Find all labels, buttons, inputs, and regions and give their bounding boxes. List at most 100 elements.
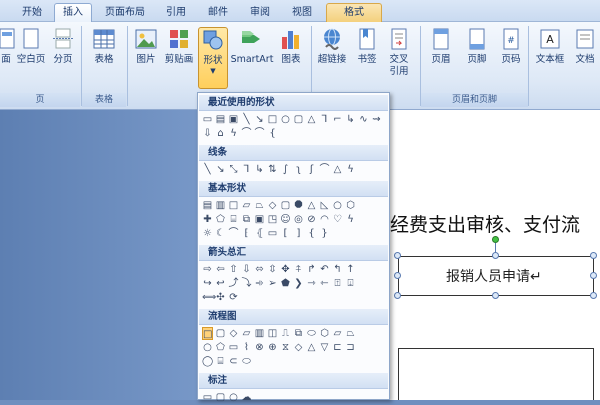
up-down-arrow-icon[interactable]: ⇳ — [267, 263, 278, 276]
left-brace-icon[interactable]: { — [267, 127, 278, 140]
down-arrow-callout-icon[interactable]: ⍗ — [345, 277, 356, 290]
moon-icon[interactable]: ☾ — [215, 227, 226, 240]
down-arrow-icon[interactable]: ⇩ — [202, 127, 213, 140]
resize-handle[interactable] — [590, 292, 597, 299]
flowchart-internal-storage-icon[interactable]: ◫ — [267, 327, 278, 340]
rounded-rectangle-icon[interactable]: ▢ — [280, 199, 291, 212]
bent-arrow-icon[interactable]: ↱ — [306, 263, 317, 276]
freeform-icon[interactable]: △ — [332, 163, 343, 176]
elbow-connector-icon[interactable]: ⅂ — [319, 113, 330, 126]
vertical-text-box-icon[interactable]: ▥ — [215, 199, 226, 212]
flowchart-box-text[interactable]: 报销人员申请↵ — [446, 266, 542, 286]
rotation-handle[interactable] — [492, 236, 499, 243]
flowchart-manual-input-icon[interactable]: ⏥ — [332, 327, 343, 340]
cube-icon[interactable]: ⧉ — [241, 213, 252, 226]
left-right-arrow-callout-icon[interactable]: ⟺ — [202, 291, 216, 304]
resize-handle[interactable] — [492, 292, 499, 299]
flowchart-alternate-process-icon[interactable]: ▢ — [215, 327, 226, 340]
curved-left-arrow-icon[interactable]: ↩ — [215, 277, 226, 290]
curved-arrow-connector-icon[interactable]: ʅ — [293, 163, 304, 176]
flowchart-data-icon[interactable]: ▱ — [241, 327, 252, 340]
flowchart-preparation-icon[interactable]: ⬡ — [319, 327, 330, 340]
clip-art-button[interactable]: 剪贴画 — [162, 27, 196, 66]
header-button[interactable]: 页眉 — [426, 27, 456, 66]
flowchart-process-icon[interactable]: □ — [202, 327, 213, 340]
smiley-face-icon[interactable]: ☺ — [280, 213, 291, 226]
arc-icon[interactable]: ⌒ — [228, 227, 239, 240]
tab-insert[interactable]: 插入 — [54, 3, 92, 23]
page-break-button[interactable]: 分页 — [50, 27, 76, 66]
flowchart-terminator-icon[interactable]: ⬭ — [306, 327, 317, 340]
tab-format[interactable]: 格式 — [326, 3, 382, 23]
oval-icon[interactable]: ○ — [280, 113, 291, 126]
flowchart-manual-operation-icon[interactable]: ⏢ — [345, 327, 356, 340]
chevron-arrow-icon[interactable]: ❯ — [293, 277, 304, 290]
quad-arrow-callout-icon[interactable]: ✣ — [215, 291, 226, 304]
left-arrow-callout-icon[interactable]: ⇽ — [319, 277, 330, 290]
elbow-arrow-connector-icon[interactable]: ↳ — [254, 163, 265, 176]
flowchart-card-icon[interactable]: ▭ — [228, 341, 239, 354]
flowchart-merge-icon[interactable]: ▽ — [319, 341, 330, 354]
rectangle-icon[interactable]: □ — [228, 199, 239, 212]
quad-arrow-icon[interactable]: ✥ — [280, 263, 291, 276]
flowchart-off-page-connector-icon[interactable]: ⬠ — [215, 341, 226, 354]
rectangular-callout-icon[interactable]: ▭ — [202, 391, 213, 404]
scribble-icon[interactable]: ϟ — [345, 163, 356, 176]
blank-page-button[interactable]: 空白页 — [14, 27, 48, 66]
hexagon-icon[interactable]: ⬡ — [345, 199, 356, 212]
tab-references[interactable]: 引用 — [158, 4, 194, 22]
cross-reference-button[interactable]: 交叉 引用 — [384, 27, 414, 78]
flowchart-extract-icon[interactable]: △ — [306, 341, 317, 354]
scribble-icon[interactable]: ϟ — [228, 127, 239, 140]
chart-button[interactable]: 图表 — [276, 27, 306, 66]
flowchart-decision-icon[interactable]: ◇ — [228, 327, 239, 340]
right-arrow-callout-icon[interactable]: ⇾ — [306, 277, 317, 290]
pentagon-icon[interactable]: ⬠ — [215, 213, 226, 226]
flowchart-collate-icon[interactable]: ⧖ — [280, 341, 291, 354]
pentagon-arrow-icon[interactable]: ⬟ — [280, 277, 291, 290]
double-arrow-icon[interactable]: ⇝ — [371, 113, 382, 126]
notched-right-arrow-icon[interactable]: ➢ — [267, 277, 278, 290]
lightning-bolt-icon[interactable]: ϟ — [345, 213, 356, 226]
down-arrow-icon[interactable]: ⇩ — [241, 263, 252, 276]
triangle-icon[interactable]: △ — [306, 113, 317, 126]
tab-view[interactable]: 视图 — [284, 4, 320, 22]
table-button[interactable]: 表格 — [88, 27, 120, 66]
elbow-connector-icon[interactable]: ⌐ — [332, 113, 343, 126]
heart-icon[interactable]: ♡ — [332, 213, 343, 226]
flowchart-connector-icon[interactable]: ○ — [202, 341, 213, 354]
flowchart-document-icon[interactable]: ⎍ — [280, 327, 291, 340]
flowchart-predefined-process-icon[interactable]: ▥ — [254, 327, 265, 340]
flowchart-multidocument-icon[interactable]: ⧉ — [293, 327, 304, 340]
double-bracket-icon[interactable]: ⁅ — [241, 227, 252, 240]
sun-icon[interactable]: ☼ — [202, 227, 213, 240]
flowchart-summing-junction-icon[interactable]: ⊗ — [254, 341, 265, 354]
left-bracket-icon[interactable]: [ — [280, 227, 291, 240]
line-icon[interactable]: ╲ — [241, 113, 252, 126]
left-up-arrow-icon[interactable]: ↰ — [332, 263, 343, 276]
flowchart-sort-icon[interactable]: ◇ — [293, 341, 304, 354]
flowchart-or-icon[interactable]: ⊕ — [267, 341, 278, 354]
curved-double-arrow-connector-icon[interactable]: ʃ — [306, 163, 317, 176]
arrow-icon[interactable]: ↘ — [215, 163, 226, 176]
resize-handle[interactable] — [590, 272, 597, 279]
curved-down-arrow-icon[interactable]: ⤵ — [241, 277, 252, 290]
left-arrow-icon[interactable]: ⇦ — [215, 263, 226, 276]
no-symbol-icon[interactable]: ⊘ — [306, 213, 317, 226]
flowchart-direct-access-storage-icon[interactable]: ⊂ — [228, 355, 239, 368]
cross-icon[interactable]: ✚ — [202, 213, 213, 226]
block-arc-icon[interactable]: ◠ — [319, 213, 330, 226]
flowchart-punched-tape-icon[interactable]: ⌇ — [241, 341, 252, 354]
flowchart-sequential-access-storage-icon[interactable]: ◯ — [202, 355, 213, 368]
rounded-rectangle-icon[interactable]: ▢ — [293, 113, 304, 126]
tab-review[interactable]: 审阅 — [242, 4, 278, 22]
left-right-arrow-icon[interactable]: ⬄ — [254, 263, 265, 276]
document-title-text[interactable]: 经费支出审核、支付流 — [390, 210, 580, 237]
bevel-icon[interactable]: ▣ — [254, 213, 265, 226]
right-triangle-icon[interactable]: ◺ — [319, 199, 330, 212]
arc-icon[interactable]: ⌒ — [241, 127, 252, 140]
tab-home[interactable]: 开始 — [14, 4, 50, 22]
rounded-callout-icon[interactable]: ▢ — [215, 391, 226, 404]
flowchart-display-icon[interactable]: ⬭ — [241, 355, 252, 368]
document-parts-button[interactable]: 文档 — [570, 27, 600, 66]
